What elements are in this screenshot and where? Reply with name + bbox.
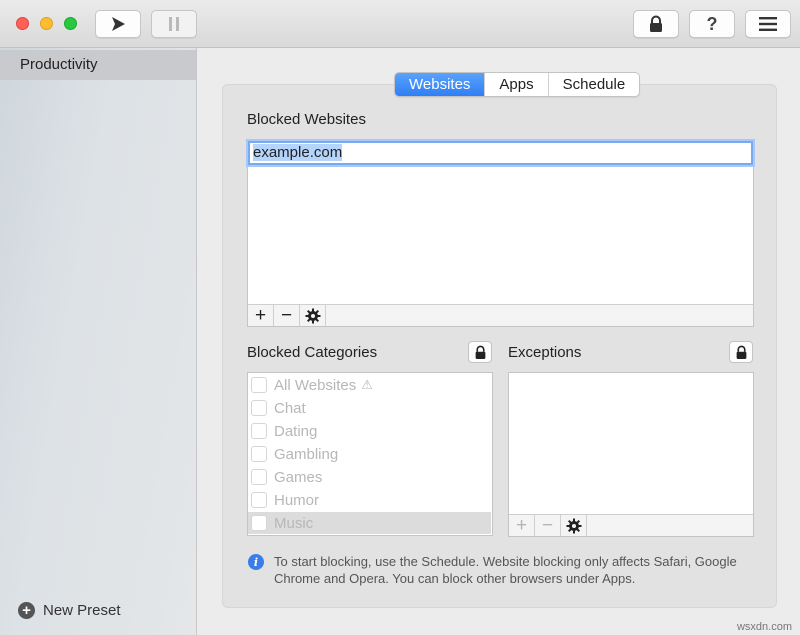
hamburger-menu-icon	[759, 17, 777, 31]
exceptions-list[interactable]: + −	[508, 372, 754, 537]
website-url-value: example.com	[253, 144, 343, 161]
add-website-button[interactable]: +	[248, 305, 274, 326]
checkbox[interactable]	[251, 469, 267, 485]
minimize-window-button[interactable]	[40, 17, 53, 30]
new-preset-label: New Preset	[43, 602, 121, 619]
checkbox[interactable]	[251, 400, 267, 416]
lock-icon	[650, 15, 662, 32]
sidebar-item-productivity[interactable]: Productivity	[0, 50, 196, 80]
blocked-websites-list[interactable]: example.com + −	[247, 140, 754, 327]
plus-icon: +	[254, 305, 267, 326]
category-label: Dating	[274, 422, 318, 440]
exceptions-lock-button[interactable]	[729, 341, 753, 363]
category-label: Chat	[274, 399, 306, 417]
category-label: All Websites	[274, 376, 357, 394]
category-dating[interactable]: Dating	[251, 420, 490, 442]
checkbox[interactable]	[251, 515, 267, 531]
checkbox[interactable]	[251, 377, 267, 393]
pause-button[interactable]	[151, 10, 197, 38]
title-bar: ?	[0, 0, 800, 48]
exceptions-list-toolbar: + −	[509, 514, 753, 536]
pause-icon	[169, 17, 179, 31]
checkbox[interactable]	[251, 492, 267, 508]
blocked-websites-title: Blocked Websites	[247, 111, 366, 128]
website-url-input[interactable]: example.com	[248, 141, 753, 165]
new-preset-button[interactable]: + New Preset	[18, 602, 121, 619]
tab-apps[interactable]: Apps	[485, 73, 549, 96]
category-all-websites[interactable]: All Websites ⚠	[251, 374, 490, 396]
category-games[interactable]: Games	[251, 466, 490, 488]
main-content: Websites Apps Schedule Blocked Websites …	[198, 48, 800, 635]
category-label: Humor	[274, 491, 320, 509]
blocked-categories-list: All Websites ⚠ Chat Dating Gambling Game…	[247, 372, 493, 536]
settings-panel: Websites Apps Schedule Blocked Websites …	[222, 72, 777, 608]
tab-schedule[interactable]: Schedule	[549, 73, 640, 96]
minus-icon: −	[541, 515, 554, 536]
category-gambling[interactable]: Gambling	[251, 443, 490, 465]
add-circle-icon: +	[18, 602, 35, 619]
websites-list-toolbar: + −	[248, 304, 753, 326]
sidebar-item-label: Productivity	[20, 56, 98, 73]
sidebar: Productivity + New Preset	[0, 48, 197, 635]
exception-options-button[interactable]	[561, 515, 587, 536]
gear-icon	[305, 308, 320, 323]
category-chat[interactable]: Chat	[251, 397, 490, 419]
tab-bar: Websites Apps Schedule	[394, 72, 641, 97]
add-exception-button[interactable]: +	[509, 515, 535, 536]
info-text: To start blocking, use the Schedule. Web…	[274, 554, 737, 586]
remove-exception-button[interactable]: −	[535, 515, 561, 536]
warning-icon: ⚠	[361, 377, 373, 392]
gear-icon	[566, 518, 581, 533]
categories-lock-button[interactable]	[468, 341, 492, 363]
zoom-window-button[interactable]	[64, 17, 77, 30]
info-icon: i	[248, 554, 264, 570]
checkbox[interactable]	[251, 423, 267, 439]
play-icon	[112, 17, 125, 31]
help-button[interactable]: ?	[689, 10, 735, 38]
start-blocking-button[interactable]	[95, 10, 141, 38]
lock-button[interactable]	[633, 10, 679, 38]
category-humor[interactable]: Humor	[251, 489, 490, 511]
info-message: i To start blocking, use the Schedule. W…	[248, 553, 768, 587]
tab-websites[interactable]: Websites	[395, 73, 486, 96]
category-label: Music	[274, 514, 314, 532]
checkbox[interactable]	[251, 446, 267, 462]
menu-button[interactable]	[745, 10, 791, 38]
watermark: wsxdn.com	[736, 621, 792, 633]
exceptions-title: Exceptions	[508, 344, 582, 361]
category-music[interactable]: Music	[248, 512, 491, 534]
help-icon: ?	[706, 13, 718, 34]
category-label: Games	[274, 468, 323, 486]
blocked-categories-title: Blocked Categories	[247, 344, 378, 361]
remove-website-button[interactable]: −	[274, 305, 300, 326]
lock-icon	[475, 345, 485, 359]
website-options-button[interactable]	[300, 305, 326, 326]
category-label: Gambling	[274, 445, 339, 463]
minus-icon: −	[280, 305, 293, 326]
lock-icon	[736, 345, 746, 359]
close-window-button[interactable]	[16, 17, 29, 30]
plus-icon: +	[515, 515, 528, 536]
